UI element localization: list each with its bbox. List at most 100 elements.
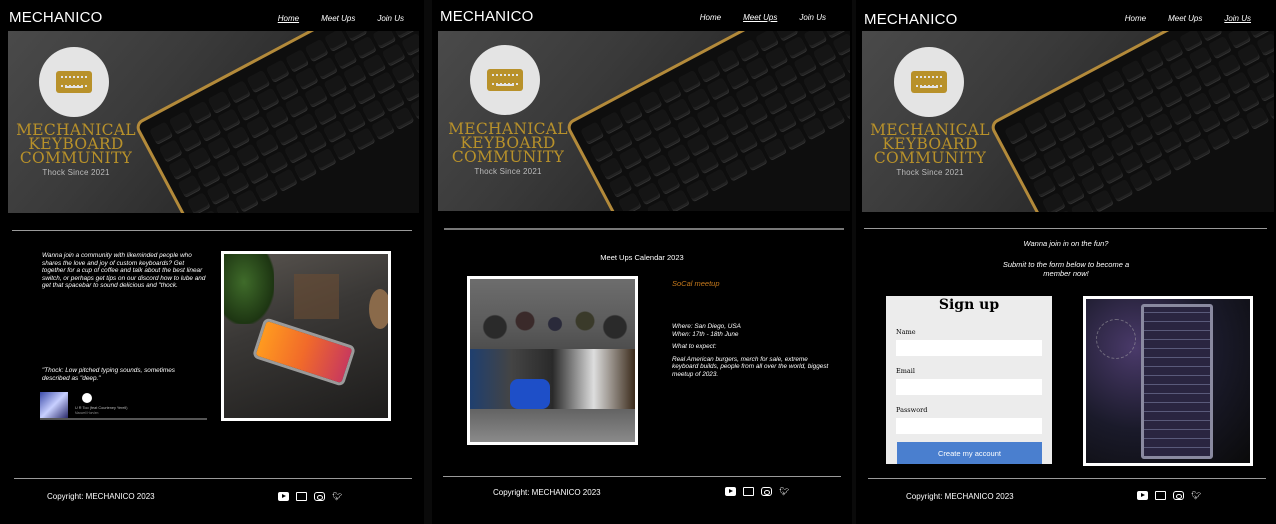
nav-meetups-link[interactable]: Meet Ups (1168, 14, 1202, 23)
keycap (763, 137, 787, 161)
email-label: Email (896, 367, 915, 375)
meetups-heading: Meet Ups Calendar 2023 (600, 253, 684, 262)
event-title[interactable]: SoCal meetup (672, 279, 720, 288)
nav-join-link[interactable]: Join Us (377, 14, 404, 23)
footer-copyright: Copyright: MECHANICO 2023 (906, 492, 1014, 501)
event-expect-label: What to expect: (672, 343, 717, 351)
name-input[interactable] (896, 340, 1042, 356)
keyboard-icon (56, 71, 92, 93)
keyboard-desk-photo (221, 251, 391, 421)
nav-home-link[interactable]: Home (700, 13, 721, 22)
youtube-icon[interactable] (278, 492, 289, 501)
keyboard-icon (911, 71, 947, 93)
keycap (1041, 192, 1066, 212)
brand-logo[interactable]: MECHANICO (9, 9, 102, 26)
twitch-icon[interactable] (743, 487, 754, 496)
divider (12, 230, 412, 231)
keycap (254, 178, 278, 202)
hero-title: MECHANICAL KEYBOARD COMMUNITY Thock Sinc… (11, 122, 141, 180)
nav-home-link[interactable]: Home (278, 14, 299, 23)
event-where: Where: San Diego, USA (672, 323, 741, 330)
keycap (1255, 78, 1274, 102)
join-heading: Wanna join in on the fun? (1023, 239, 1109, 248)
keycap (704, 168, 729, 192)
logo-badge (470, 45, 540, 115)
social-links: 🐦︎ (725, 487, 790, 496)
keycap (743, 147, 768, 171)
hero-title-line3: COMMUNITY (19, 149, 133, 167)
twitch-icon[interactable] (1155, 491, 1166, 500)
keyboard-image (568, 31, 850, 211)
hero-banner: MECHANICAL KEYBOARD COMMUNITY Thock Sinc… (862, 31, 1274, 212)
instagram-icon[interactable] (314, 492, 325, 501)
navbar: MECHANICO Home Meet Ups Join Us (856, 0, 1276, 32)
logo-badge (894, 47, 964, 117)
track-title: U R Too (feat Courteney Yerell) (75, 406, 128, 410)
event-expect-text: Real American burgers, merch for sale, e… (672, 355, 829, 378)
keyboard-image (137, 31, 419, 213)
name-label: Name (896, 328, 916, 336)
twitter-icon[interactable]: 🐦︎ (332, 492, 343, 501)
create-account-button[interactable]: Create my account (897, 442, 1042, 464)
play-button[interactable] (82, 393, 92, 403)
twitter-icon[interactable]: 🐦︎ (1191, 491, 1202, 500)
keycap (685, 178, 709, 202)
audio-player: U R Too (feat Courteney Yerell) Maxwell … (40, 392, 207, 420)
keycap (351, 127, 376, 150)
youtube-icon[interactable] (1137, 491, 1148, 500)
instagram-icon[interactable] (761, 487, 772, 496)
footer-copyright: Copyright: MECHANICO 2023 (493, 488, 601, 497)
keycap (666, 189, 690, 211)
signup-form: Sign up Name Email Password Create my ac… (886, 296, 1052, 464)
track-artist: Maxwell Horvlen (75, 411, 99, 415)
keycap (832, 32, 850, 56)
social-links: 🐦︎ (1137, 491, 1202, 500)
youtube-icon[interactable] (725, 487, 736, 496)
instagram-icon[interactable] (1173, 491, 1184, 500)
signup-title: Sign up (938, 297, 1000, 313)
nav-meetups-link[interactable]: Meet Ups (321, 14, 355, 23)
nav-join-link[interactable]: Join Us (799, 13, 826, 22)
thock-definition: "Thock: Low pitched typing sounds, somet… (42, 367, 175, 382)
keycap (1167, 147, 1192, 171)
event-details: Where: San Diego, USA When: 17th - 18th … (672, 323, 832, 379)
keycap (1148, 158, 1172, 181)
keycap (831, 78, 850, 102)
twitter-icon[interactable]: 🐦︎ (779, 487, 790, 496)
divider (444, 228, 844, 230)
nav-meetups-link[interactable]: Meet Ups (743, 13, 777, 22)
navbar: MECHANICO Home Meet Ups Join Us (432, 0, 852, 32)
keycap (782, 127, 807, 150)
footer-divider (868, 478, 1266, 479)
hero-tagline: Thock Since 2021 (896, 168, 964, 177)
keycap (273, 168, 298, 192)
nav-links: Home Meet Ups Join Us (1125, 14, 1251, 23)
keycap (821, 106, 845, 130)
keycap (1090, 189, 1114, 212)
nav-links: Home Meet Ups Join Us (278, 14, 404, 23)
divider (864, 228, 1267, 229)
keycap (401, 32, 419, 56)
password-label: Password (896, 406, 928, 414)
email-input[interactable] (896, 379, 1042, 395)
brand-logo[interactable]: MECHANICO (440, 8, 533, 25)
keycap (617, 192, 642, 211)
album-art (40, 392, 68, 418)
keycap (1245, 106, 1269, 130)
keycap (332, 137, 356, 161)
nav-home-link[interactable]: Home (1125, 14, 1146, 23)
twitch-icon[interactable] (296, 492, 307, 501)
keycap (1256, 32, 1274, 56)
password-input[interactable] (896, 418, 1042, 434)
hero-title-line3: COMMUNITY (873, 149, 987, 167)
event-when: When: 17th - 18th June (672, 330, 739, 338)
keycap (400, 78, 419, 102)
nav-join-link[interactable]: Join Us (1224, 14, 1251, 23)
keycap (802, 116, 826, 140)
progress-bar[interactable] (40, 418, 207, 420)
keycap (724, 158, 748, 181)
brand-logo[interactable]: MECHANICO (864, 11, 957, 28)
footer-divider (443, 476, 841, 477)
hero-title: MECHANICAL KEYBOARD COMMUNITY Thock Sinc… (443, 121, 573, 179)
hero-tagline: Thock Since 2021 (474, 167, 542, 176)
